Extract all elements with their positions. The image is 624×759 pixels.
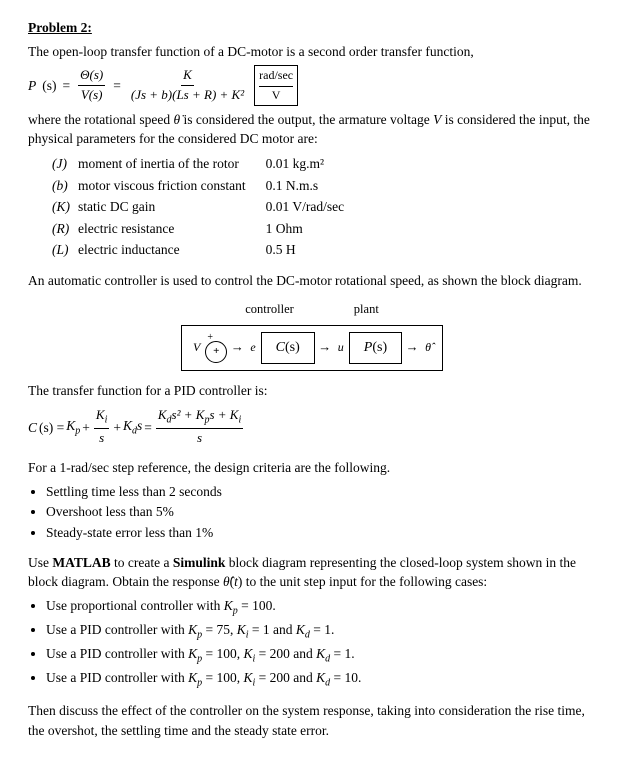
criteria-item-1: Settling time less than 2 seconds bbox=[46, 482, 596, 502]
bd-outer-box: V + + → e C(s) → u P(s) → bbox=[181, 325, 443, 371]
bd-theta-output: θ̂ bbox=[422, 339, 434, 356]
equals1: = bbox=[63, 76, 71, 96]
summing-junction: + bbox=[205, 341, 227, 363]
auto-ctrl-text: An automatic controller is used to contr… bbox=[28, 271, 596, 291]
matlab-label: MATLAB bbox=[52, 555, 110, 570]
param-row-R: (R) electric resistance 1 Ohm bbox=[48, 218, 348, 240]
equals2: = bbox=[113, 76, 121, 96]
unit-box: rad/secV bbox=[254, 65, 298, 106]
arrow-to-controller: → bbox=[227, 338, 247, 357]
k-fraction: K (Js + b)(Ls + R) + K² bbox=[129, 66, 246, 105]
theta-v-fraction: Θ(s) V(s) bbox=[78, 66, 105, 105]
arrow-output: → bbox=[402, 338, 422, 357]
case-2: Use a PID controller with Kp = 75, Ki = … bbox=[46, 620, 596, 643]
case-3: Use a PID controller with Kp = 100, Ki =… bbox=[46, 644, 596, 667]
pid-combined-frac: Kds² + Kps + Ki s bbox=[156, 406, 243, 448]
where-text: where the rotational speed θ̇ is conside… bbox=[28, 110, 596, 149]
criteria-item-3: Steady-state error less than 1% bbox=[46, 523, 596, 543]
plant-label: plant bbox=[354, 300, 379, 318]
criteria-item-2: Overshoot less than 5% bbox=[46, 502, 596, 522]
controller-box: C(s) bbox=[261, 332, 315, 364]
arrow-to-plant: → bbox=[315, 338, 335, 357]
param-row-L: (L) electric inductance 0.5 H bbox=[48, 239, 348, 261]
problem-container: Problem 2: The open-loop transfer functi… bbox=[28, 18, 596, 741]
simulink-label: Simulink bbox=[173, 555, 226, 570]
param-row-K: (K) static DC gain 0.01 V/rad/sec bbox=[48, 196, 348, 218]
param-row-b: (b) motor viscous friction constant 0.1 … bbox=[48, 175, 348, 197]
criteria-list: Settling time less than 2 seconds Oversh… bbox=[46, 482, 596, 543]
case-1: Use proportional controller with Kp = 10… bbox=[46, 596, 596, 619]
pid-intro: The transfer function for a PID controll… bbox=[28, 381, 596, 401]
block-diagram: controller plant V + + → e C(s) → u bbox=[28, 300, 596, 370]
plant-box: P(s) bbox=[349, 332, 402, 364]
ki-frac: Ki s bbox=[94, 406, 109, 448]
bd-e-signal: e bbox=[247, 339, 258, 356]
cases-list: Use proportional controller with Kp = 10… bbox=[46, 596, 596, 692]
bd-u-signal: u bbox=[335, 339, 347, 356]
matlab-section: Use MATLAB to create a Simulink block di… bbox=[28, 553, 596, 592]
ps-label: P bbox=[28, 76, 36, 96]
param-row-J: (J) moment of inertia of the rotor 0.01 … bbox=[48, 153, 348, 175]
problem-title: Problem 2: bbox=[28, 18, 596, 38]
controller-label: controller bbox=[245, 300, 294, 318]
intro-text: The open-loop transfer function of a DC-… bbox=[28, 42, 596, 62]
criteria-intro: For a 1-rad/sec step reference, the desi… bbox=[28, 458, 596, 478]
case-4: Use a PID controller with Kp = 100, Ki =… bbox=[46, 668, 596, 691]
discuss-text: Then discuss the effect of the controlle… bbox=[28, 701, 596, 740]
bd-v-signal: V bbox=[190, 339, 203, 356]
pid-formula: C(s) = Kp + Ki s + Kds = Kds² + Kps + Ki… bbox=[28, 406, 596, 448]
transfer-function-formula: P(s) = Θ(s) V(s) = K (Js + b)(Ls + R) + … bbox=[28, 65, 596, 106]
params-table: (J) moment of inertia of the rotor 0.01 … bbox=[48, 153, 596, 261]
